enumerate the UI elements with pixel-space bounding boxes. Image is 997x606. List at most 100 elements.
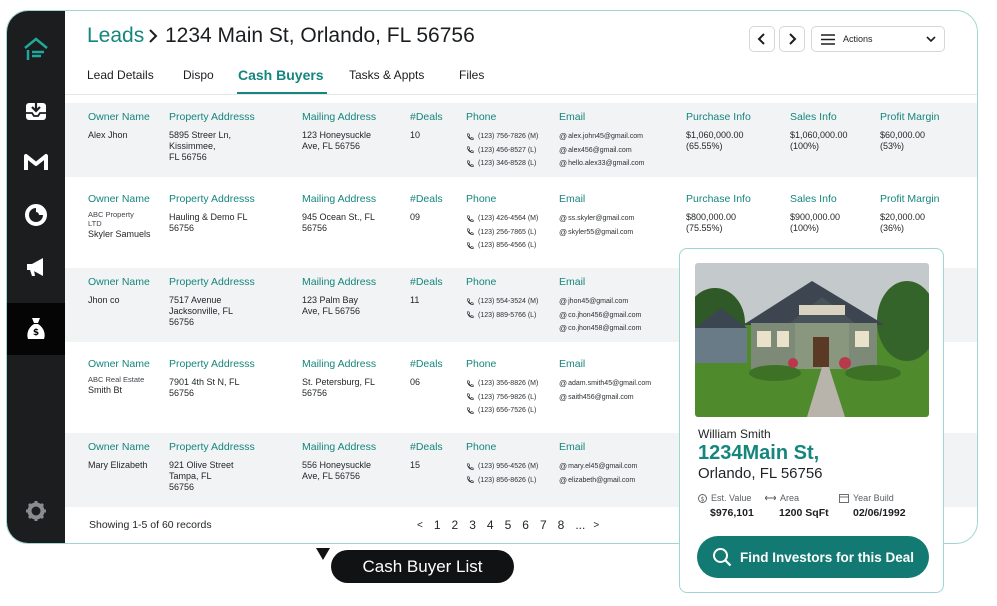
email-address[interactable]: @ hello.alex33@gmail.com	[559, 157, 645, 171]
email-cell: Email @ adam.smith45@gmail.com @ saith456@gm…	[559, 358, 651, 404]
active-tab-indicator	[237, 92, 327, 94]
phone-number[interactable]: (123) 756-7826 (M)	[466, 130, 538, 144]
phone-number[interactable]: (123) 554-3524 (M)	[466, 295, 538, 309]
calendar-icon	[839, 494, 849, 503]
actions-dropdown[interactable]: Actions	[811, 26, 945, 52]
property-cell: Property Addresss 7901 4th St N, FL 56756	[169, 358, 255, 399]
page-7[interactable]: 7	[540, 518, 547, 532]
deals-count: 10	[410, 130, 421, 140]
email-text: elizabeth@gmail.com	[568, 476, 636, 484]
email-text: hello.alex33@gmail.com	[568, 160, 645, 168]
find-investors-button[interactable]: Find Investors for this Deal	[697, 536, 929, 578]
gear-icon[interactable]	[7, 487, 65, 535]
property-address: 7517 Avenue Jacksonville, FL 56756	[169, 295, 234, 327]
property-cell: Property Addresss 7517 Avenue Jacksonvill…	[169, 276, 255, 328]
tab-tasks-appts[interactable]: Tasks & Appts	[349, 68, 424, 82]
phone-number[interactable]: (123) 656-7526 (L)	[466, 404, 538, 418]
phone-number[interactable]: (123) 856-8626 (L)	[466, 474, 538, 488]
column-header-owner: Owner Name	[88, 276, 150, 288]
email-address[interactable]: @ co.jhon456@gmail.com	[559, 309, 641, 323]
phone-number[interactable]: (123) 256-7865 (L)	[466, 226, 538, 240]
phone-number[interactable]: (123) 346-8528 (L)	[466, 157, 538, 171]
email-address[interactable]: @ skyler55@gmail.com	[559, 226, 634, 240]
sales-info: $1,060,000.00 (100%)	[790, 130, 848, 151]
email-address[interactable]: @ jhon45@gmail.com	[559, 295, 641, 309]
phone-number[interactable]: (123) 756-9826 (L)	[466, 391, 538, 405]
analytics-icon[interactable]	[7, 191, 65, 239]
next-lead-button[interactable]	[779, 26, 805, 52]
inbox-icon[interactable]	[7, 87, 65, 135]
property-city: Orlando, FL 56756	[698, 465, 823, 482]
column-header-property: Property Addresss	[169, 276, 255, 288]
mailing-address: St. Petersburg, FL 56756	[302, 377, 376, 398]
property-address: 921 Olive Street Tampa, FL 56756	[169, 460, 234, 492]
gmail-icon[interactable]	[7, 138, 65, 186]
deals-cell: #Deals 11	[410, 276, 443, 306]
cash-buyer-list-tooltip: Cash Buyer List	[331, 550, 514, 583]
page-prev[interactable]: <	[417, 520, 423, 531]
page-8[interactable]: 8	[558, 518, 565, 532]
phone-icon	[467, 133, 474, 140]
owner-name[interactable]: Jhon co	[88, 295, 150, 306]
email-address[interactable]: @ ss.skyler@gmail.com	[559, 212, 634, 226]
owner-cell: Owner Name ABC Real Estate Smith Bt	[88, 358, 150, 396]
column-header-mailing: Mailing Address	[302, 276, 377, 288]
column-header-mailing: Mailing Address	[302, 193, 377, 205]
tab-lead-details[interactable]: Lead Details	[87, 68, 154, 82]
page-3[interactable]: 3	[469, 518, 476, 532]
page-ellipsis: ...	[575, 518, 586, 532]
chevron-right-icon	[789, 33, 797, 45]
phone-icon	[467, 393, 474, 401]
owner-name[interactable]: Alex Jhon	[88, 130, 150, 141]
mailing-cell: Mailing Address 123 Palm Bay Ave, FL 5675…	[302, 276, 376, 317]
owner-name[interactable]: Smith Bt	[88, 385, 150, 396]
phone-cell: Phone (123) 956-4526 (M) (123) 856-8626 (L…	[466, 441, 538, 487]
sales-cell: Sales Info $1,060,000.00 (100%)	[790, 111, 848, 152]
page-1[interactable]: 1	[434, 518, 441, 532]
phone-number-text: (123) 656-7526 (L)	[478, 407, 537, 415]
email-address[interactable]: @ saith456@gmail.com	[559, 391, 651, 405]
phone-number[interactable]: (123) 856-4566 (L)	[466, 239, 538, 253]
phone-cell: Phone (123) 426-4564 (M) (123) 256-7865 (L…	[466, 193, 538, 253]
email-text: adam.smith45@gmail.com	[568, 380, 652, 388]
tab-dispo[interactable]: Dispo	[183, 68, 214, 82]
column-header-purchase: Purchase Info	[686, 111, 751, 123]
email-address[interactable]: @ alex.john45@gmail.com	[559, 130, 645, 144]
email-address[interactable]: @ adam.smith45@gmail.com	[559, 377, 651, 391]
page-next[interactable]: >	[593, 520, 599, 531]
area-label: Area	[780, 493, 800, 503]
page-2[interactable]: 2	[452, 518, 459, 532]
page-6[interactable]: 6	[522, 518, 529, 532]
property-address: 5895 Streer Ln, Kissimmee, FL 56756	[169, 130, 232, 162]
phone-number[interactable]: (123) 956-4526 (M)	[466, 460, 538, 474]
tab-files[interactable]: Files	[459, 68, 484, 82]
page-4[interactable]: 4	[487, 518, 494, 532]
property-street: 1234Main St,	[698, 442, 820, 464]
phone-number[interactable]: (123) 456-8527 (L)	[466, 144, 538, 158]
investor-icon[interactable]: $	[7, 303, 65, 355]
logo-icon[interactable]	[7, 25, 65, 73]
table-row[interactable]: Owner Name Alex Jhon Property Addresss 5895…	[65, 103, 977, 177]
dollar-icon: $	[698, 493, 707, 503]
owner-cell: Owner Name ABC Property LTD Skyler Samuels	[88, 193, 151, 240]
owner-name[interactable]: Skyler Samuels	[88, 229, 151, 240]
megaphone-icon[interactable]	[7, 243, 65, 291]
breadcrumb-leads[interactable]: Leads	[87, 24, 144, 48]
email-address[interactable]: @ mary.el45@gmail.com	[559, 460, 637, 474]
email-address[interactable]: @ co.jhon458@gmail.com	[559, 322, 641, 336]
phone-number-text: (123) 956-4526 (M)	[478, 463, 539, 471]
phone-number[interactable]: (123) 426-4564 (M)	[466, 212, 538, 226]
at-icon: @	[559, 145, 568, 155]
owner-name[interactable]: Mary Elizabeth	[88, 460, 150, 471]
phone-number-text: (123) 756-9826 (L)	[478, 393, 537, 401]
phone-number[interactable]: (123) 356-8826 (M)	[466, 377, 538, 391]
area-value: 1200 SqFt	[779, 507, 829, 519]
email-address[interactable]: @ alex456@gmail.com	[559, 144, 645, 158]
phone-number[interactable]: (123) 889-5766 (L)	[466, 309, 538, 323]
email-address[interactable]: @ elizabeth@gmail.com	[559, 474, 637, 488]
tab-cash-buyers[interactable]: Cash Buyers	[238, 67, 324, 83]
property-photo	[695, 263, 929, 417]
prev-lead-button[interactable]	[749, 26, 775, 52]
column-header-phone: Phone	[466, 358, 497, 370]
page-5[interactable]: 5	[505, 518, 512, 532]
